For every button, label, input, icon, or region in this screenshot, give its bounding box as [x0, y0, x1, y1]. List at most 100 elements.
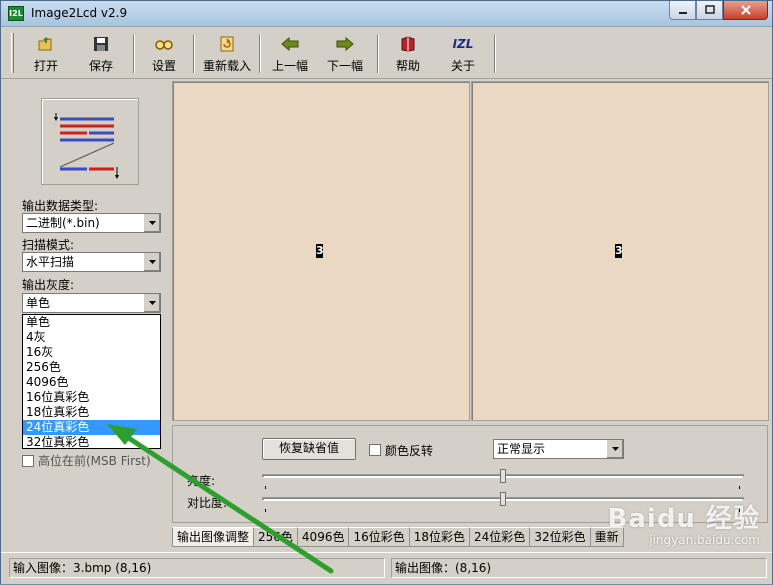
chevron-down-icon[interactable] [606, 440, 623, 458]
tab-4096-color[interactable]: 4096色 [296, 527, 350, 547]
tab-24bit-color[interactable]: 24位彩色 [469, 527, 531, 547]
toolbar-prev-button[interactable]: 上一幅 [266, 35, 314, 75]
output-image-glyph: 3 [615, 244, 623, 258]
minimize-icon [678, 12, 687, 14]
gray-option[interactable]: 4096色 [23, 375, 160, 390]
scan-mode-value: 水平扫描 [26, 255, 75, 269]
slider-tick [739, 486, 740, 489]
toolbar-open-label: 打开 [33, 59, 58, 73]
gray-option[interactable]: 32位真彩色 [23, 435, 160, 450]
chevron-down-icon[interactable] [143, 214, 160, 232]
help-book-icon [401, 36, 415, 52]
display-mode-select[interactable]: 正常显示 [493, 439, 624, 459]
msb-first-label: 高位在前(MSB First) [38, 454, 151, 468]
invert-color-label: 颜色反转 [385, 444, 434, 458]
toolbar-settings-button[interactable]: 设置 [141, 35, 187, 75]
restore-defaults-button[interactable]: 恢复缺省值 [262, 438, 356, 460]
invert-color-checkbox[interactable] [369, 444, 381, 456]
slider-tick [265, 486, 266, 489]
maximize-icon [704, 5, 715, 14]
contrast-slider-thumb[interactable] [500, 492, 506, 506]
toolbar: 打开 保存 设置 重新载入 上一幅 下一幅 帮助 IZL 关于 [1, 27, 772, 79]
toolbar-grip[interactable] [11, 33, 14, 73]
chevron-down-icon[interactable] [143, 253, 160, 271]
app-icon: I2L [8, 6, 24, 21]
gray-level-select[interactable]: 单色 [22, 293, 161, 313]
close-icon [740, 5, 751, 15]
gray-level-value: 单色 [26, 296, 51, 310]
toolbar-help-label: 帮助 [395, 59, 420, 73]
tab-256-color[interactable]: 256色 [253, 527, 298, 547]
title-bar[interactable]: I2L Image2Lcd v2.9 [1, 1, 772, 27]
settings-panel: 输出数据类型: 二进制(*.bin) 扫描模式: 水平扫描 输出灰度: 单色 单… [9, 85, 167, 545]
toolbar-reload-button[interactable]: 重新载入 [199, 35, 255, 75]
app-window: I2L Image2Lcd v2.9 打开 保存 设置 重新载入 上一幅 下一幅… [0, 0, 773, 584]
scan-direction-diagram [54, 113, 119, 179]
scan-mode-select[interactable]: 水平扫描 [22, 252, 161, 272]
toolbar-separator [259, 35, 261, 73]
toolbar-reload-label: 重新载入 [202, 59, 251, 73]
toolbar-help-button[interactable]: 帮助 [387, 35, 429, 75]
contrast-label: 对比度: [187, 496, 228, 510]
gray-option[interactable]: 256色 [23, 360, 160, 375]
gray-option[interactable]: 16位真彩色 [23, 390, 160, 405]
tab-32bit-color[interactable]: 32位彩色 [529, 527, 591, 547]
gray-option[interactable]: 18位真彩色 [23, 405, 160, 420]
gray-option[interactable]: 单色 [23, 315, 160, 330]
watermark-main: Baidu 经验 [607, 504, 760, 534]
toolbar-save-button[interactable]: 保存 [78, 35, 124, 75]
watermark-sub: jingyan.baidu.com [649, 533, 760, 547]
toolbar-save-label: 保存 [88, 59, 113, 73]
open-folder-icon [38, 37, 52, 51]
display-mode-value: 正常显示 [497, 442, 546, 456]
window-controls [669, 1, 768, 21]
glasses-settings-icon [155, 40, 173, 50]
minimize-button[interactable] [669, 1, 696, 20]
brightness-label: 亮度: [187, 474, 216, 488]
about-izl-icon: IZL [452, 37, 474, 51]
toolbar-separator [377, 35, 379, 73]
toolbar-about-label: 关于 [450, 59, 475, 73]
color-tabs: 输出图像调整 256色 4096色 16位彩色 18位彩色 24位彩色 32位彩… [172, 527, 624, 547]
scan-preview-image [41, 98, 139, 185]
input-image-glyph: 3 [316, 244, 324, 258]
gray-option[interactable]: 16灰 [23, 345, 160, 360]
toolbar-settings-label: 设置 [151, 59, 176, 73]
output-type-select[interactable]: 二进制(*.bin) [22, 213, 161, 233]
output-image-pane: 3 [471, 81, 769, 421]
arrow-right-icon [336, 37, 354, 51]
scan-mode-label: 扫描模式: [22, 238, 75, 252]
input-image-status: 输入图像：3.bmp (8,16) [9, 558, 385, 578]
tab-18bit-color[interactable]: 18位彩色 [408, 527, 471, 547]
toolbar-prev-label: 上一幅 [271, 59, 308, 73]
gray-option-selected[interactable]: 24位真彩色 [23, 420, 160, 435]
toolbar-separator [133, 35, 135, 73]
maximize-button[interactable] [696, 1, 723, 20]
toolbar-next-button[interactable]: 下一幅 [321, 35, 369, 75]
toolbar-about-button[interactable]: IZL 关于 [442, 35, 484, 75]
toolbar-open-button[interactable]: 打开 [23, 35, 69, 75]
brightness-slider-thumb[interactable] [500, 469, 506, 483]
tab-16bit-color[interactable]: 16位彩色 [348, 527, 410, 547]
msb-first-checkbox-row[interactable]: 高位在前(MSB First) [22, 452, 151, 469]
chevron-down-icon[interactable] [143, 294, 160, 312]
toolbar-separator [193, 35, 195, 73]
slider-tick [265, 509, 266, 512]
baidu-watermark: Baidu 经验 jingyan.baidu.com [608, 498, 760, 547]
status-bar: 输入图像：3.bmp (8,16) 输出图像：(8,16) [1, 552, 772, 584]
gray-level-label: 输出灰度: [22, 278, 75, 292]
tab-output-adjust[interactable]: 输出图像调整 [172, 527, 255, 547]
arrow-left-icon [281, 37, 299, 51]
toolbar-separator [494, 35, 496, 73]
input-image-pane: 3 [172, 81, 470, 421]
gray-level-dropdown-list: 单色 4灰 16灰 256色 4096色 16位真彩色 18位真彩色 24位真彩… [22, 314, 161, 449]
gray-option[interactable]: 4灰 [23, 330, 160, 345]
output-type-label: 输出数据类型: [22, 199, 99, 213]
msb-first-checkbox[interactable] [22, 454, 34, 467]
window-title: Image2Lcd v2.9 [31, 6, 128, 20]
toolbar-next-label: 下一幅 [326, 59, 363, 73]
output-type-value: 二进制(*.bin) [26, 216, 100, 230]
reload-icon [220, 36, 234, 52]
close-button[interactable] [723, 1, 768, 20]
save-disk-icon [94, 37, 108, 51]
